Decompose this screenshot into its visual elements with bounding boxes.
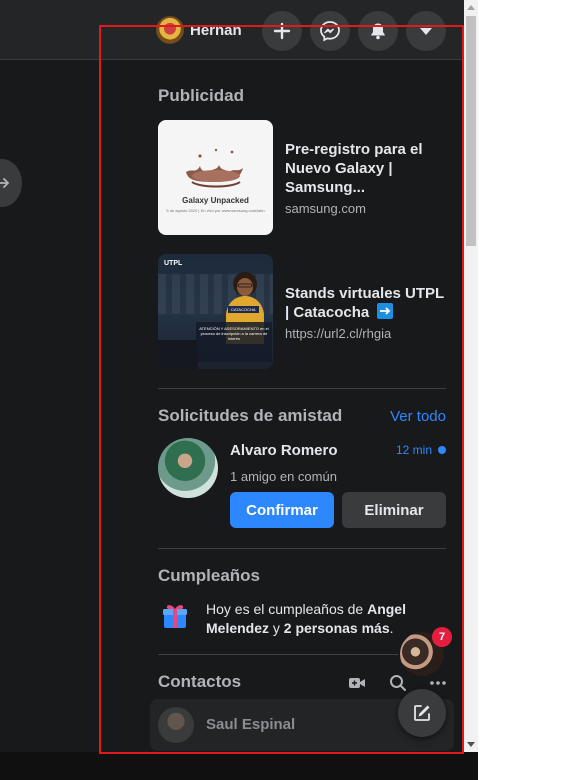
ad-thumb-headline: Galaxy Unpacked <box>182 196 249 205</box>
ad-thumbnail-samsung: Galaxy Unpacked 5 de agosto 2020 | En vi… <box>158 120 273 235</box>
delete-button[interactable]: Eliminar <box>342 492 446 528</box>
ad-thumb-subtext: 5 de agosto 2020 | En vivo por www.samsu… <box>166 208 265 213</box>
contact-name: Saul Espinal <box>206 716 296 733</box>
notifications-button[interactable] <box>358 11 398 51</box>
ad-url: https://url2.cl/rhgia <box>285 326 392 341</box>
search-icon[interactable] <box>389 674 407 697</box>
birthdays-title: Cumpleaños <box>158 566 261 585</box>
account-menu-button[interactable] <box>406 11 446 51</box>
messenger-button[interactable] <box>310 11 350 51</box>
ad-thumbnail-utpl: UTPL CATACOCHA ATENCIÓN Y ASESORAMIENTO … <box>158 254 273 369</box>
profile-name: Hernan <box>190 21 242 39</box>
friend-requests-title: Solicitudes de amistad <box>158 406 343 425</box>
scrollbar-thumb[interactable] <box>466 16 476 246</box>
friend-requests-header: Solicitudes de amistad Ver todo <box>158 406 446 426</box>
utpl-box: ATENCIÓN Y ASESORAMIENTO en el proceso d… <box>196 322 272 362</box>
confirm-button[interactable]: Confirmar <box>230 492 334 528</box>
bell-icon <box>371 23 385 40</box>
ad-item-samsung[interactable]: Galaxy Unpacked 5 de agosto 2020 | En vi… <box>158 120 446 236</box>
create-button[interactable] <box>262 11 302 51</box>
compose-icon <box>414 705 430 721</box>
unread-dot-icon <box>438 446 446 454</box>
birthday-prefix: Hoy es el cumpleaños de <box>206 601 368 617</box>
divider <box>158 548 446 549</box>
see-all-link[interactable]: Ver todo <box>390 408 446 425</box>
chat-unread-badge: 7 <box>432 627 452 647</box>
arrow-right-icon <box>377 303 394 319</box>
contacts-header: Contactos <box>158 672 446 696</box>
mutual-friends[interactable]: 1 amigo en común <box>230 469 337 484</box>
profile-link[interactable]: Hernan <box>156 14 242 46</box>
ads-title: Publicidad <box>158 86 244 105</box>
chocolate-splash-image <box>186 148 243 188</box>
plus-icon <box>273 22 291 40</box>
ad-title: Pre-registro para el Nuevo Galaxy | Sams… <box>285 141 423 196</box>
ad-text-block: Stands virtuales UTPL | Catacocha https:… <box>273 254 450 370</box>
taskbar <box>0 752 478 780</box>
birthday-text: Hoy es el cumpleaños de Angel Melendez y… <box>196 600 446 638</box>
request-time-text: 12 min <box>395 443 432 457</box>
friend-request-item[interactable]: Alvaro Romero 12 min 1 amigo en común Co… <box>158 438 446 530</box>
divider <box>158 388 446 389</box>
scroll-down-arrow-icon[interactable] <box>464 738 478 752</box>
vertical-scrollbar[interactable] <box>464 0 478 752</box>
expand-sidebar-button[interactable] <box>0 159 22 207</box>
top-navigation-bar: Hernan <box>0 0 478 60</box>
messenger-icon <box>320 21 340 42</box>
video-call-icon[interactable] <box>348 675 366 696</box>
birthday-others[interactable]: 2 personas más <box>284 620 390 636</box>
requester-avatar[interactable] <box>158 438 218 498</box>
facebook-window: Hernan Publicidad Galaxy Unpacked 5 de a… <box>0 0 478 752</box>
caret-down-icon <box>420 28 432 35</box>
requester-name[interactable]: Alvaro Romero <box>230 442 338 459</box>
laptop-image <box>158 340 198 369</box>
ad-url: samsung.com <box>285 201 366 216</box>
utpl-logo: UTPL <box>164 260 183 267</box>
contacts-title: Contactos <box>158 672 242 691</box>
new-message-button[interactable] <box>398 689 446 737</box>
profile-avatar <box>156 16 184 44</box>
request-time: 12 min <box>396 443 446 457</box>
contact-avatar <box>158 707 194 743</box>
ad-item-utpl[interactable]: UTPL CATACOCHA ATENCIÓN Y ASESORAMIENTO … <box>158 254 446 370</box>
birthday-middle: y <box>269 620 284 636</box>
ad-title: Stands virtuales UTPL | Catacocha <box>285 284 450 322</box>
gift-icon <box>158 600 196 638</box>
ad-title-text: Stands virtuales UTPL | Catacocha <box>285 285 444 321</box>
scroll-up-arrow-icon[interactable] <box>464 0 478 14</box>
arrow-right-icon <box>0 178 10 188</box>
ad-text-block: Pre-registro para el Nuevo Galaxy | Sams… <box>273 120 425 236</box>
birthday-item[interactable]: Hoy es el cumpleaños de Angel Melendez y… <box>158 600 446 638</box>
birthday-suffix: . <box>389 620 394 636</box>
utpl-tag: CATACOCHA <box>228 306 259 313</box>
